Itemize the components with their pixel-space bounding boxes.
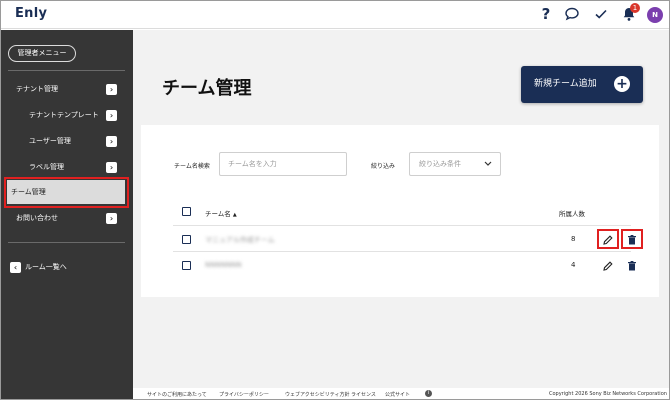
- filter-select[interactable]: 絞り込み条件: [409, 152, 501, 176]
- footer-link-accessibility[interactable]: ウェブアクセシビリティ方針: [285, 391, 349, 398]
- chevron-right-icon[interactable]: ›: [106, 110, 117, 121]
- column-header-members: 所属人数: [559, 210, 585, 218]
- team-list-card: チーム名検索 チーム名を入力 絞り込み 絞り込み条件 チーム名 ▲ 所属人数 マ…: [141, 125, 659, 297]
- team-name-cell[interactable]: マニュアル作成チーム: [205, 235, 275, 245]
- question-icon[interactable]: ?: [538, 6, 554, 22]
- member-count-cell: 4: [571, 261, 576, 269]
- info-icon[interactable]: i: [425, 390, 432, 397]
- select-all-checkbox[interactable]: [182, 207, 191, 216]
- member-count-cell: 8: [571, 235, 576, 243]
- footer-link-terms[interactable]: サイトのご利用にあたって: [147, 391, 207, 398]
- chevron-right-icon[interactable]: ›: [106, 213, 117, 224]
- footer-link-license[interactable]: ライセンス: [351, 391, 376, 398]
- chevron-left-icon[interactable]: ‹: [10, 262, 21, 273]
- user-avatar[interactable]: N: [647, 7, 663, 23]
- sidebar-item-labels[interactable]: ラベル管理: [29, 159, 64, 175]
- column-header-team-name-label: チーム名: [205, 210, 231, 218]
- plus-icon: +: [614, 76, 630, 92]
- chevron-right-icon[interactable]: ›: [106, 84, 117, 95]
- highlight-box-teams: [4, 177, 129, 208]
- sidebar-item-users[interactable]: ユーザー管理: [29, 133, 71, 149]
- admin-menu-button[interactable]: 管理者メニュー: [8, 45, 76, 62]
- notification-badge: 1: [630, 3, 640, 13]
- highlight-box-delete: [621, 229, 643, 249]
- chevron-down-icon: [484, 153, 492, 184]
- table-divider: [173, 225, 631, 226]
- sidebar-item-contact[interactable]: お問い合わせ: [16, 210, 58, 226]
- team-search-input[interactable]: チーム名を入力: [219, 152, 347, 176]
- sidebar-item-tenant-template[interactable]: テナントテンプレート: [29, 107, 99, 123]
- footer-link-official-site[interactable]: 公式サイト: [385, 391, 410, 398]
- row-checkbox[interactable]: [182, 261, 191, 270]
- chevron-right-icon[interactable]: ›: [106, 136, 117, 147]
- column-header-team-name[interactable]: チーム名 ▲: [205, 208, 237, 218]
- row-checkbox[interactable]: [182, 235, 191, 244]
- filter-label: 絞り込み: [371, 163, 396, 170]
- footer-link-privacy[interactable]: プライバシーポリシー: [219, 391, 269, 398]
- sidebar-divider: [8, 70, 125, 71]
- edit-icon[interactable]: [602, 260, 614, 272]
- add-team-button[interactable]: 新規チーム追加 +: [521, 66, 643, 103]
- footer: サイトのご利用にあたって プライバシーポリシー ウェブアクセシビリティ方針 ライ…: [133, 388, 669, 399]
- app-frame: Enly ? 1 N 管理者メニュー テナント管理 › テナントテンプレート ›…: [0, 0, 670, 400]
- filter-select-value: 絞り込み条件: [419, 160, 461, 168]
- sort-ascending-icon: ▲: [232, 212, 237, 218]
- search-label: チーム名検索: [174, 163, 210, 170]
- top-header: Enly ? 1 N: [1, 1, 669, 29]
- trash-icon[interactable]: [626, 260, 638, 272]
- add-team-button-label: 新規チーム追加: [534, 79, 597, 89]
- check-icon[interactable]: [593, 6, 609, 22]
- sidebar-item-tenant[interactable]: テナント管理: [16, 81, 58, 97]
- chevron-right-icon[interactable]: ›: [106, 162, 117, 173]
- sidebar: 管理者メニュー テナント管理 › テナントテンプレート › ユーザー管理 › ラ…: [1, 30, 133, 399]
- room-list-link[interactable]: ルーム一覧へ: [25, 259, 67, 275]
- sidebar-divider: [8, 242, 125, 243]
- page-title: チーム管理: [162, 78, 252, 99]
- main-content: チーム管理 新規チーム追加 + チーム名検索 チーム名を入力 絞り込み 絞り込み…: [133, 30, 669, 388]
- table-divider: [173, 251, 631, 252]
- highlight-box-edit: [597, 229, 619, 249]
- copyright-text: Copyright 2026 Sony Biz Networks Corpora…: [549, 391, 667, 397]
- team-name-cell[interactable]: NNNNNNN: [205, 261, 242, 269]
- enly-logo[interactable]: Enly: [15, 6, 47, 21]
- chat-icon[interactable]: [564, 6, 580, 22]
